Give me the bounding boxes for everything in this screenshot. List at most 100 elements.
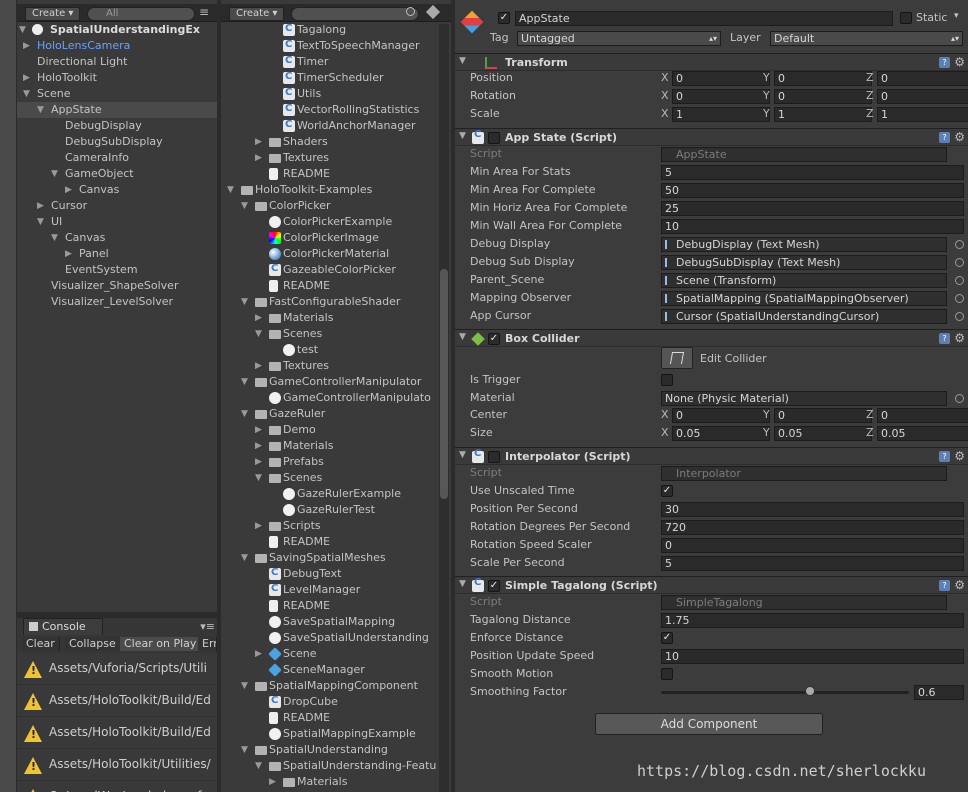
app-state-field-value[interactable]: 10 (661, 219, 964, 234)
chevron-down-icon[interactable]: ▼ (241, 294, 253, 310)
interpolator-field-value[interactable]: 30 (661, 502, 964, 517)
hierarchy-item[interactable]: ▶ HoloToolkit (17, 70, 217, 86)
gameobject-active-checkbox[interactable]: ✓ (498, 12, 510, 24)
app-state-field-value[interactable]: 25 (661, 201, 964, 216)
project-item[interactable]: GazeRulerTest (221, 502, 451, 518)
project-item[interactable]: ▼ SpatialMappingComponent (221, 678, 451, 694)
position-x-field[interactable]: 0 (672, 71, 770, 86)
project-item[interactable]: GameControllerManipulato (221, 390, 451, 406)
console-message-row[interactable]: Assets/Vuforia/Scripts/Utili (17, 653, 217, 685)
scale-z-field[interactable]: 1 (877, 107, 968, 122)
gameobject-name-field[interactable]: AppState (515, 11, 893, 26)
chevron-down-icon[interactable]: ▼ (459, 131, 466, 141)
hierarchy-search-input[interactable]: All (87, 7, 195, 21)
transform-header[interactable]: ▼ Transform ? ⚙ (455, 53, 968, 71)
chevron-down-icon[interactable]: ▼ (19, 22, 31, 38)
hierarchy-scene-row[interactable]: ▼ SpatialUnderstandingEx (17, 22, 217, 38)
project-item[interactable]: README (221, 710, 451, 726)
position-z-field[interactable]: 0 (877, 71, 968, 86)
console-message-row[interactable]: Assets/HoloToolkit/Build/Ed (17, 685, 217, 717)
chevron-down-icon[interactable]: ▼ (459, 56, 466, 66)
hierarchy-item[interactable]: Visualizer_ShapeSolver (17, 278, 217, 294)
object-picker-icon[interactable] (955, 258, 964, 267)
chevron-down-icon[interactable]: ▼ (241, 678, 253, 694)
project-item[interactable]: TimerScheduler (221, 69, 451, 86)
interpolator-header[interactable]: ▼ Interpolator (Script) ? ⚙ (455, 447, 968, 465)
chevron-down-icon[interactable]: ▼ (241, 406, 253, 422)
project-item[interactable]: ▶ Materials (221, 774, 451, 790)
position-y-field[interactable]: 0 (774, 71, 872, 86)
chevron-right-icon[interactable]: ▶ (255, 454, 267, 470)
app-state-field-value[interactable]: DebugDisplay (Text Mesh) (661, 237, 947, 252)
chevron-down-icon[interactable]: ▼ (51, 166, 63, 182)
project-item[interactable]: ColorPickerExample (221, 214, 451, 230)
app-state-field-value[interactable]: DebugSubDisplay (Text Mesh) (661, 255, 947, 270)
size-x-field[interactable]: 0.05 (672, 426, 770, 441)
hierarchy-item[interactable]: Visualizer_LevelSolver (17, 294, 217, 310)
object-picker-icon[interactable] (955, 394, 964, 403)
chevron-right-icon[interactable]: ▶ (255, 134, 267, 150)
project-item[interactable]: ▶ Scripts (221, 518, 451, 534)
project-item[interactable]: LevelManager (221, 581, 451, 598)
project-item[interactable]: ▶ Prefabs (221, 454, 451, 470)
console-message-row[interactable]: Assets/HoloToolkit/Utilities/ (17, 749, 217, 781)
size-z-field[interactable]: 0.05 (877, 426, 968, 441)
project-item[interactable]: Utils (221, 85, 451, 102)
app-state-field-value[interactable]: 50 (661, 183, 964, 198)
chevron-down-icon[interactable]: ▼ (241, 374, 253, 390)
hierarchy-item[interactable]: ▼ AppState (17, 102, 217, 118)
hierarchy-item[interactable]: ▼ Canvas (17, 230, 217, 246)
app-state-field-value[interactable]: Cursor (SpatialUnderstandingCursor) (661, 309, 947, 324)
static-dropdown-icon[interactable]: ▾ (954, 11, 959, 21)
project-item[interactable]: ▼ GameControllerManipulator (221, 374, 451, 390)
chevron-down-icon[interactable]: ▼ (241, 550, 253, 566)
hierarchy-item[interactable]: ▶ Canvas (17, 182, 217, 198)
project-item[interactable]: DebugText (221, 565, 451, 582)
help-icon[interactable]: ? (939, 132, 950, 143)
project-item[interactable]: README (221, 278, 451, 294)
hierarchy-item[interactable]: CameraInfo (17, 150, 217, 166)
tagalong-header[interactable]: ▼ ✓ Simple Tagalong (Script) ? ⚙ (455, 576, 968, 594)
project-item[interactable]: README (221, 534, 451, 550)
chevron-down-icon[interactable]: ▼ (459, 579, 466, 589)
app-state-field-value[interactable]: Scene (Transform) (661, 273, 947, 288)
chevron-down-icon[interactable]: ▼ (37, 102, 49, 118)
gear-icon[interactable]: ⚙ (954, 578, 965, 592)
hierarchy-item[interactable]: ▼ Scene (17, 86, 217, 102)
chevron-right-icon[interactable]: ▶ (269, 774, 281, 790)
project-item[interactable]: GazeRulerExample (221, 486, 451, 502)
hierarchy-item[interactable]: ▶ Panel (17, 246, 217, 262)
project-item[interactable]: ▼ HoloToolkit-Examples (221, 182, 451, 198)
gear-icon[interactable]: ⚙ (954, 449, 965, 463)
project-item[interactable]: SceneManager (221, 662, 451, 678)
project-item[interactable]: ▶ Shaders (221, 134, 451, 150)
project-item[interactable]: ▶ Demo (221, 422, 451, 438)
chevron-down-icon[interactable]: ▼ (255, 758, 267, 774)
console-message-row[interactable]: OnLevelWasLoaded was fo (17, 781, 217, 792)
app-state-field-value[interactable]: 5 (661, 165, 964, 180)
is-trigger-checkbox[interactable] (661, 374, 673, 386)
chevron-right-icon[interactable]: ▶ (255, 358, 267, 374)
material-field[interactable]: None (Physic Material) (661, 391, 947, 406)
help-icon[interactable]: ? (939, 580, 950, 591)
project-item[interactable]: ▼ SpatialUnderstanding (221, 742, 451, 758)
hierarchy-create-button[interactable]: Create ▾ (25, 7, 81, 21)
smooth-motion-checkbox[interactable] (661, 668, 673, 680)
console-clear-button[interactable]: Clear (22, 637, 60, 651)
size-y-field[interactable]: 0.05 (774, 426, 872, 441)
chevron-right-icon[interactable]: ▶ (255, 150, 267, 166)
interpolator-field-value[interactable]: 5 (661, 556, 964, 571)
project-item[interactable]: VectorRollingStatistics (221, 101, 451, 118)
hierarchy-item[interactable]: ▶ Cursor (17, 198, 217, 214)
smoothing-slider-thumb[interactable] (804, 686, 815, 696)
console-error-button[interactable]: Err (198, 637, 217, 651)
tagalong-distance-field[interactable]: 1.75 (661, 613, 964, 628)
help-icon[interactable]: ? (939, 333, 950, 344)
project-item[interactable]: ▶ Scene (221, 646, 451, 662)
chevron-right-icon[interactable]: ▶ (65, 182, 77, 198)
project-scrollbar[interactable] (439, 24, 449, 792)
tagalong-enabled-checkbox[interactable]: ✓ (488, 580, 500, 592)
project-item[interactable]: GazeableColorPicker (221, 261, 451, 278)
box-collider-header[interactable]: ▼ ✓ Box Collider ? ⚙ (455, 329, 968, 347)
project-item[interactable]: test (221, 342, 451, 358)
